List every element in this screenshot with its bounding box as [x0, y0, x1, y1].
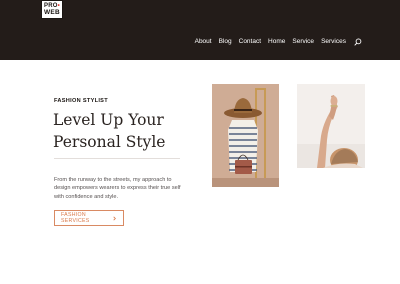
search-icon[interactable]	[354, 38, 362, 46]
hero-image-hat-outfit	[212, 84, 279, 187]
logo-text-pro: PRO	[44, 2, 58, 9]
nav-item-blog[interactable]: Blog	[219, 37, 232, 47]
logo-text-web: WEB	[43, 8, 61, 16]
chevron-right-icon	[113, 216, 116, 220]
nav-item-contact[interactable]: Contact	[239, 37, 261, 47]
nav-item-about[interactable]: About	[195, 37, 212, 47]
fashion-services-button[interactable]: FASHION SERVICES	[54, 210, 124, 226]
hero-description: From the runway to the streets, my appro…	[54, 177, 181, 200]
site-logo[interactable]: PRO• WEB	[41, 0, 63, 19]
hero-headline: Level Up Your Personal Style	[53, 109, 203, 153]
hero-divider	[54, 158, 180, 159]
nav-item-service[interactable]: Service	[292, 37, 314, 47]
nav-item-services[interactable]: Services	[321, 37, 346, 47]
hero-headline-line2: Personal Style	[53, 133, 166, 151]
hero-eyebrow: FASHION STYLIST	[54, 98, 108, 104]
site-header: PRO• WEB About Blog Contact Home Service…	[0, 0, 400, 60]
logo-dot: •	[57, 2, 60, 9]
main-nav: About Blog Contact Home Service Services	[195, 37, 362, 47]
fashion-services-button-label: FASHION SERVICES	[61, 212, 90, 224]
hero-image-woman-pose	[297, 84, 365, 168]
hero-headline-line1: Level Up Your	[53, 111, 164, 129]
nav-item-home[interactable]: Home	[268, 37, 285, 47]
